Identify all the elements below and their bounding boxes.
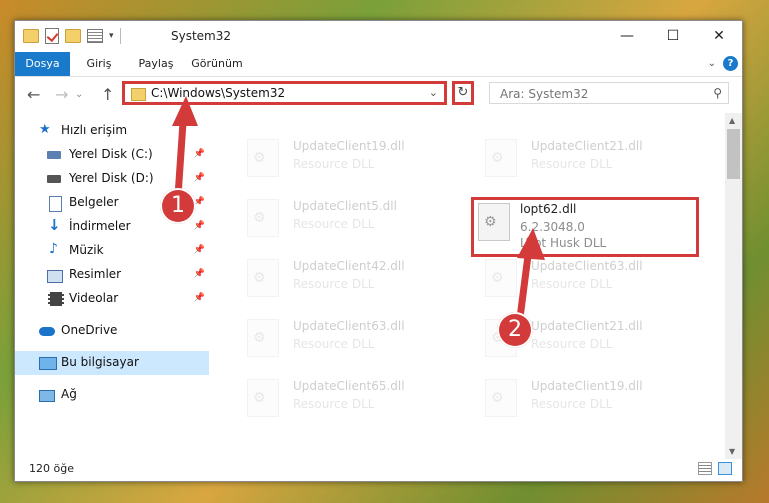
step-2-badge: 2 bbox=[497, 312, 533, 348]
step-1-badge: 1 bbox=[160, 188, 196, 224]
arrow-2-head bbox=[517, 228, 545, 260]
arrow-1-head bbox=[172, 96, 198, 126]
annotation-arrows bbox=[172, 96, 545, 322]
